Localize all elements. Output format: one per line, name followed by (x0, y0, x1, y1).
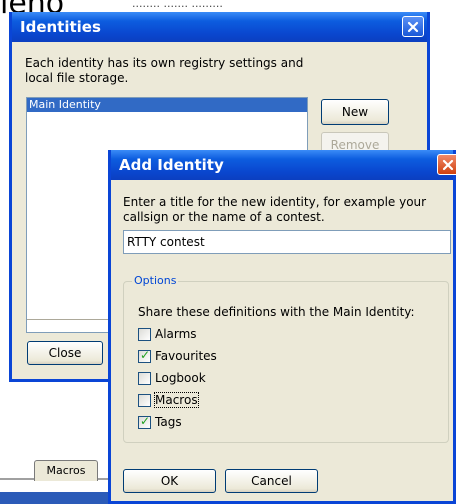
identities-close-icon[interactable] (402, 16, 424, 37)
checkbox-alarms[interactable]: Alarms (138, 326, 197, 342)
identities-close-button[interactable]: Close (27, 341, 103, 365)
background-tab-macros[interactable]: Macros (34, 460, 98, 481)
share-definitions-label: Share these definitions with the Main Id… (138, 305, 415, 319)
identities-description: Each identity has its own registry setti… (25, 56, 304, 85)
background-panel-bottom (0, 382, 110, 504)
list-item-main-identity[interactable]: Main Identity (27, 98, 307, 112)
background-taskbar (0, 492, 110, 504)
checkbox-macros[interactable]: Macros (138, 392, 199, 408)
identities-titlebar: Identities (12, 12, 427, 42)
close-icon (407, 21, 419, 32)
add-identity-dialog: Add Identity Enter a title for the new i… (108, 150, 456, 504)
checkmark-icon: ✓ (140, 413, 151, 428)
identity-title-input[interactable]: RTTY contest (123, 230, 451, 254)
options-groupbox: Options Share these definitions with the… (123, 274, 449, 443)
cancel-button[interactable]: Cancel (225, 469, 318, 493)
checkbox-box[interactable]: ✓ (138, 413, 151, 429)
checkbox-box[interactable] (138, 393, 151, 407)
checkbox-tags[interactable]: ✓ Tags (138, 414, 182, 430)
checkbox-label: Logbook (155, 371, 206, 385)
checkbox-box[interactable] (138, 371, 151, 385)
background-menu-strip: ........ ....... ......... (0, 0, 456, 12)
checkbox-label: Alarms (155, 327, 197, 341)
share-options-list: Alarms ✓ Favourites Logbook Macros ✓ Tag… (138, 326, 338, 436)
identities-divider (27, 319, 113, 323)
background-text-fragment: ........ ....... ......... (132, 0, 223, 10)
ok-button[interactable]: OK (123, 469, 216, 493)
checkbox-logbook[interactable]: Logbook (138, 370, 206, 386)
checkmark-icon: ✓ (140, 347, 151, 362)
add-identity-title: Add Identity (119, 156, 224, 174)
add-identity-titlebar: Add Identity (111, 150, 453, 180)
checkbox-label: Favourites (155, 349, 217, 363)
identities-title: Identities (20, 18, 101, 36)
checkbox-label: Macros (154, 392, 199, 408)
new-identity-button[interactable]: New (321, 99, 389, 125)
add-identity-prompt: Enter a title for the new identity, for … (123, 195, 427, 224)
checkbox-label: Tags (155, 415, 182, 429)
checkbox-favourites[interactable]: ✓ Favourites (138, 348, 217, 364)
checkbox-box[interactable]: ✓ (138, 347, 151, 363)
close-icon (442, 159, 454, 170)
options-group-label: Options (132, 274, 179, 287)
add-identity-close-icon[interactable] (437, 154, 456, 175)
checkbox-box[interactable] (138, 327, 151, 341)
